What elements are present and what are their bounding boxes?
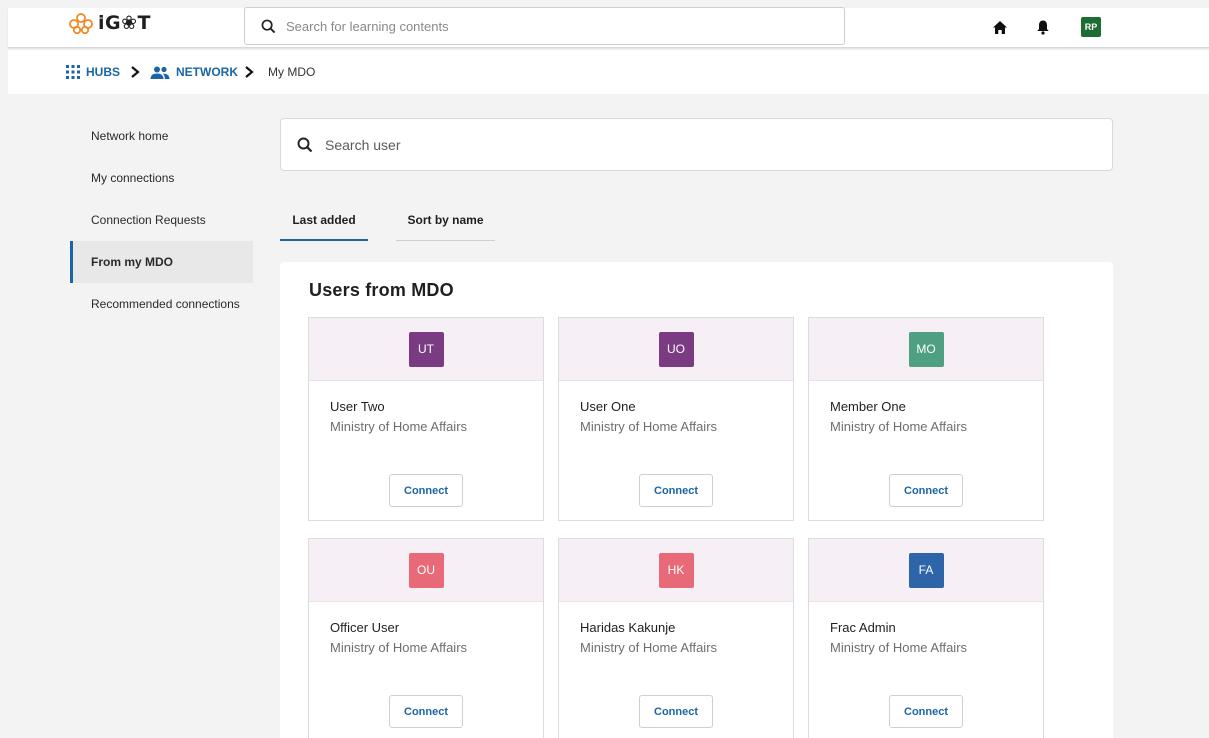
connect-button[interactable]: Connect bbox=[639, 474, 713, 507]
sort-tabs: Last added Sort by name bbox=[280, 200, 495, 241]
network-sidebar: Network home My connections Connection R… bbox=[70, 115, 253, 325]
user-card: MO Member One Ministry of Home Affairs C… bbox=[808, 317, 1044, 521]
user-org: Ministry of Home Affairs bbox=[330, 640, 468, 655]
top-icon-group: RP bbox=[988, 15, 1101, 39]
user-org: Ministry of Home Affairs bbox=[580, 640, 718, 655]
sidebar-item-from-my-mdo[interactable]: From my MDO bbox=[70, 241, 253, 283]
learning-search-input[interactable] bbox=[286, 18, 786, 34]
panel-title: Users from MDO bbox=[309, 280, 454, 300]
tab-sort-by-name[interactable]: Sort by name bbox=[396, 200, 495, 241]
connect-button[interactable]: Connect bbox=[889, 695, 963, 728]
home-icon bbox=[993, 20, 1007, 34]
user-org: Ministry of Home Affairs bbox=[830, 419, 968, 434]
user-org: Ministry of Home Affairs bbox=[330, 419, 468, 434]
breadcrumb-current: My MDO bbox=[268, 65, 316, 79]
search-icon bbox=[261, 19, 276, 33]
chevron-right-icon bbox=[130, 66, 140, 78]
user-org: Ministry of Home Affairs bbox=[830, 640, 968, 655]
sidebar-item-recommended-connections[interactable]: Recommended connections bbox=[70, 283, 253, 325]
bell-icon bbox=[1037, 20, 1049, 35]
breadcrumb-hubs-label: HUBS bbox=[86, 65, 121, 79]
breadcrumb-network-label: NETWORK bbox=[176, 65, 239, 79]
logo-text: iG❀T bbox=[98, 12, 151, 34]
user-name: Haridas Kakunje bbox=[580, 620, 676, 635]
card-header: UT bbox=[309, 318, 543, 381]
sidebar-item-network-home[interactable]: Network home bbox=[70, 115, 253, 157]
breadcrumb: HUBS NETWORK My MDO bbox=[8, 50, 1209, 94]
sidebar-item-connection-requests[interactable]: Connection Requests bbox=[70, 199, 253, 241]
user-card: UT User Two Ministry of Home Affairs Con… bbox=[308, 317, 544, 521]
user-name: Frac Admin bbox=[830, 620, 896, 635]
search-icon bbox=[297, 137, 313, 152]
user-avatar: OU bbox=[408, 552, 444, 588]
igot-logo[interactable]: iG❀T bbox=[68, 12, 151, 34]
breadcrumb-hubs[interactable]: HUBS bbox=[66, 65, 120, 79]
user-card: UO User One Ministry of Home Affairs Con… bbox=[558, 317, 794, 521]
connect-button[interactable]: Connect bbox=[639, 695, 713, 728]
user-card: HK Haridas Kakunje Ministry of Home Affa… bbox=[558, 538, 794, 738]
card-header: HK bbox=[559, 539, 793, 602]
user-card: OU Officer User Ministry of Home Affairs… bbox=[308, 538, 544, 738]
user-name: User One bbox=[580, 399, 636, 414]
top-search-bar[interactable] bbox=[244, 7, 845, 45]
connect-button[interactable]: Connect bbox=[389, 695, 463, 728]
card-header: OU bbox=[309, 539, 543, 602]
card-header: MO bbox=[809, 318, 1043, 381]
user-card: FA Frac Admin Ministry of Home Affairs C… bbox=[808, 538, 1044, 738]
user-name: Officer User bbox=[330, 620, 400, 635]
user-name: User Two bbox=[330, 399, 385, 414]
tab-last-added[interactable]: Last added bbox=[280, 200, 368, 241]
grid-icon bbox=[66, 65, 80, 79]
users-from-mdo-panel: Users from MDO UT User Two Ministry of H… bbox=[280, 262, 1113, 738]
people-icon bbox=[150, 66, 170, 79]
home-button[interactable] bbox=[988, 15, 1012, 39]
card-header: UO bbox=[559, 318, 793, 381]
user-avatar: UO bbox=[658, 331, 694, 367]
chevron-right-icon bbox=[244, 66, 254, 78]
sidebar-item-my-connections[interactable]: My connections bbox=[70, 157, 253, 199]
user-search-bar[interactable] bbox=[280, 118, 1113, 171]
user-org: Ministry of Home Affairs bbox=[580, 419, 718, 434]
top-navbar: iG❀T RP bbox=[8, 7, 1209, 48]
logo-icon bbox=[69, 13, 93, 34]
user-avatar: UT bbox=[408, 331, 444, 367]
user-search-input[interactable] bbox=[325, 136, 1025, 153]
user-name: Member One bbox=[830, 399, 906, 414]
card-header: FA bbox=[809, 539, 1043, 602]
connect-button[interactable]: Connect bbox=[389, 474, 463, 507]
user-avatar: HK bbox=[658, 552, 694, 588]
user-avatar: MO bbox=[908, 331, 944, 367]
user-avatar[interactable]: RP bbox=[1081, 17, 1101, 37]
breadcrumb-network[interactable]: NETWORK bbox=[150, 65, 238, 79]
user-avatar: FA bbox=[908, 552, 944, 588]
connect-button[interactable]: Connect bbox=[889, 474, 963, 507]
notifications-button[interactable] bbox=[1031, 15, 1055, 39]
